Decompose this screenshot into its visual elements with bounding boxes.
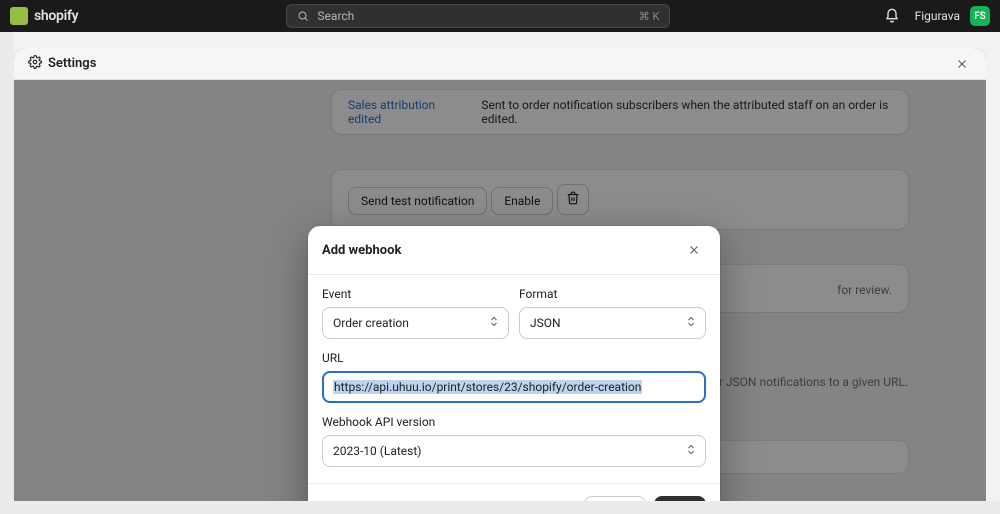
left-rail <box>0 32 14 501</box>
settings-title: Settings <box>28 55 96 73</box>
store-name: Figurava <box>915 9 960 23</box>
settings-title-text: Settings <box>48 56 96 71</box>
format-value: JSON <box>530 316 561 330</box>
event-value: Order creation <box>333 316 409 330</box>
add-webhook-modal: Add webhook Event Order creation <box>308 226 720 501</box>
chevron-updown-icon <box>685 316 697 331</box>
notifications-button[interactable] <box>879 3 905 29</box>
shopify-logo-icon <box>10 7 28 25</box>
cancel-button[interactable]: Cancel <box>584 496 647 501</box>
bottom-strip <box>0 501 1000 514</box>
modal-title: Add webhook <box>322 243 401 258</box>
global-search[interactable]: Search ⌘ K <box>286 4 670 28</box>
api-version-value: 2023-10 (Latest) <box>333 444 421 458</box>
settings-body: Sales attribution edited Sent to order n… <box>14 80 986 501</box>
settings-panel: Settings Sales attribution edited Sent t… <box>14 48 986 501</box>
api-version-label: Webhook API version <box>322 415 706 429</box>
topbar-right: Figurava FS <box>879 3 990 29</box>
brand-wordmark: shopify <box>34 8 78 24</box>
search-icon <box>297 10 309 22</box>
brand: shopify <box>10 7 78 25</box>
modal-footer: Cancel Save <box>308 483 720 501</box>
settings-layer: Settings Sales attribution edited Sent t… <box>14 48 986 501</box>
format-label: Format <box>519 287 706 301</box>
event-label: Event <box>322 287 509 301</box>
topbar: shopify Search ⌘ K Figurava FS <box>0 0 1000 32</box>
modal-body: Event Order creation Format JS <box>308 275 720 483</box>
modal-row-1: Event Order creation Format JS <box>322 287 706 339</box>
chevron-updown-icon <box>685 444 697 459</box>
event-select[interactable]: Order creation <box>322 307 509 339</box>
url-value: https://api.uhuu.io/print/stores/23/shop… <box>333 380 642 394</box>
chevron-updown-icon <box>488 316 500 331</box>
search-shortcut: ⌘ K <box>639 10 660 23</box>
url-field: URL https://api.uhuu.io/print/stores/23/… <box>322 351 706 403</box>
settings-header: Settings <box>14 48 986 80</box>
search-placeholder: Search <box>317 9 354 23</box>
save-button[interactable]: Save <box>654 496 706 501</box>
settings-close-button[interactable] <box>952 54 972 74</box>
gear-icon <box>28 55 42 73</box>
modal-header: Add webhook <box>308 226 720 275</box>
api-version-field: Webhook API version 2023-10 (Latest) <box>322 415 706 467</box>
modal-close-button[interactable] <box>682 238 706 262</box>
url-input[interactable]: https://api.uhuu.io/print/stores/23/shop… <box>322 371 706 403</box>
avatar[interactable]: FS <box>970 6 990 26</box>
url-label: URL <box>322 351 706 365</box>
api-version-select[interactable]: 2023-10 (Latest) <box>322 435 706 467</box>
format-select[interactable]: JSON <box>519 307 706 339</box>
format-field: Format JSON <box>519 287 706 339</box>
event-field: Event Order creation <box>322 287 509 339</box>
